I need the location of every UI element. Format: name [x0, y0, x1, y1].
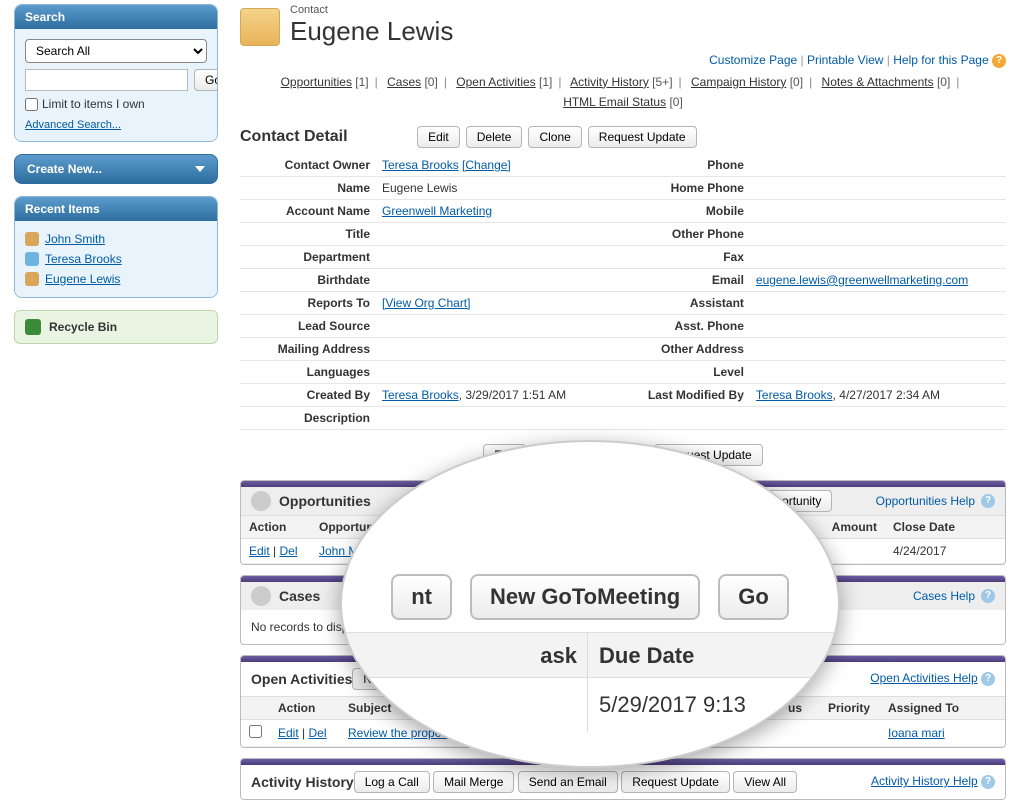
magnifier-overlay: nt New GoToMeeting Go ask Due Date 5/29/…	[340, 440, 840, 768]
related-links-nav: Opportunities [1]| Cases [0]| Open Activ…	[240, 72, 1006, 112]
recycle-bin-link[interactable]: Recycle Bin	[14, 310, 218, 344]
delete-button[interactable]: Delete	[466, 126, 523, 148]
email-link[interactable]: eugene.lewis@greenwellmarketing.com	[756, 273, 968, 287]
recycle-icon	[25, 319, 41, 335]
opp-help-link[interactable]: Opportunities Help	[876, 494, 975, 508]
mag-btn-right[interactable]: Go	[718, 574, 789, 620]
search-header: Search	[15, 5, 217, 29]
recent-item: John Smith	[25, 229, 207, 249]
contact-icon	[25, 272, 39, 286]
owner-link[interactable]: Teresa Brooks	[382, 158, 459, 172]
rel-campaign-history[interactable]: Campaign History	[691, 75, 786, 89]
help-page-link[interactable]: Help for this Page	[893, 53, 988, 67]
edit-button[interactable]: Edit	[417, 126, 460, 148]
customize-page-link[interactable]: Customize Page	[709, 53, 797, 67]
view-all-button[interactable]: View All	[733, 771, 797, 793]
page-action-links: Customize Page | Printable View | Help f…	[240, 53, 1006, 68]
search-go-button[interactable]: Go!	[194, 69, 218, 91]
openact-help-link[interactable]: Open Activities Help	[870, 671, 977, 685]
help-icon[interactable]: ?	[992, 54, 1006, 68]
edit-link[interactable]: Edit	[278, 726, 299, 740]
advanced-search-link[interactable]: Advanced Search...	[25, 119, 121, 131]
send-email-button[interactable]: Send an Email	[518, 771, 618, 793]
opportunities-icon	[251, 491, 271, 511]
help-icon[interactable]: ?	[981, 494, 995, 508]
contact-detail-header: Contact Detail	[240, 128, 348, 146]
cases-title: Cases	[279, 588, 320, 604]
search-scope-select[interactable]: Search All	[25, 39, 207, 63]
recent-items-header: Recent Items	[15, 197, 217, 221]
limit-label: Limit to items I own	[42, 97, 145, 111]
limit-checkbox[interactable]	[25, 98, 38, 111]
printable-view-link[interactable]: Printable View	[807, 53, 884, 67]
openact-title: Open Activities	[251, 671, 352, 687]
change-owner-link[interactable]: [Change]	[462, 158, 511, 172]
new-gotomeeting-button[interactable]: New GoToMeeting	[470, 574, 700, 620]
rel-activity-history[interactable]: Activity History	[570, 75, 649, 89]
rel-opportunities[interactable]: Opportunities	[281, 75, 352, 89]
help-icon[interactable]: ?	[981, 672, 995, 686]
edit-link[interactable]: Edit	[249, 544, 270, 558]
assigned-link[interactable]: Ioana mari	[888, 726, 945, 740]
log-call-button[interactable]: Log a Call	[354, 771, 430, 793]
record-type-label: Contact	[290, 4, 453, 16]
cases-icon	[251, 586, 271, 606]
create-new-button[interactable]: Create New...	[14, 154, 218, 184]
request-update-button[interactable]: Request Update	[588, 126, 697, 148]
acthist-help-link[interactable]: Activity History Help	[871, 774, 978, 788]
request-update-button-3[interactable]: Request Update	[621, 771, 730, 793]
mag-col-due: Due Date	[587, 633, 838, 677]
chevron-down-icon	[195, 166, 205, 172]
search-input[interactable]	[25, 69, 188, 91]
rel-notes[interactable]: Notes & Attachments	[822, 75, 934, 89]
mag-btn-left[interactable]: nt	[391, 574, 452, 620]
contact-icon	[25, 232, 39, 246]
recent-item: Eugene Lewis	[25, 269, 207, 289]
user-icon	[25, 252, 39, 266]
page-title: Eugene Lewis	[290, 16, 453, 47]
created-by-link[interactable]: Teresa Brooks	[382, 388, 459, 402]
cases-help-link[interactable]: Cases Help	[913, 589, 975, 603]
mail-merge-button[interactable]: Mail Merge	[433, 771, 514, 793]
rel-cases[interactable]: Cases	[387, 75, 421, 89]
contact-detail-table: Contact OwnerTeresa Brooks [Change]Phone…	[240, 154, 1006, 430]
account-link[interactable]: Greenwell Marketing	[382, 204, 492, 218]
recent-item-link[interactable]: Teresa Brooks	[45, 252, 122, 266]
row-checkbox[interactable]	[249, 725, 262, 738]
view-org-chart-link[interactable]: [View Org Chart]	[382, 296, 470, 310]
recent-items-panel: Recent Items John Smith Teresa Brooks Eu…	[14, 196, 218, 298]
modified-by-link[interactable]: Teresa Brooks	[756, 388, 833, 402]
del-link[interactable]: Del	[308, 726, 326, 740]
recent-item-link[interactable]: Eugene Lewis	[45, 272, 120, 286]
search-panel: Search Search All Go! Limit to items I o…	[14, 4, 218, 142]
clone-button[interactable]: Clone	[528, 126, 581, 148]
mag-date-value: 5/29/2017 9:13	[587, 678, 838, 718]
help-icon[interactable]: ?	[981, 775, 995, 789]
recent-item: Teresa Brooks	[25, 249, 207, 269]
del-link[interactable]: Del	[279, 544, 297, 558]
help-icon[interactable]: ?	[981, 589, 995, 603]
acthist-title: Activity History	[251, 774, 354, 790]
rel-open-activities[interactable]: Open Activities	[456, 75, 535, 89]
recent-item-link[interactable]: John Smith	[45, 232, 105, 246]
contact-record-icon	[240, 8, 280, 46]
rel-html-email[interactable]: HTML Email Status	[563, 95, 666, 109]
mag-col-task: ask	[342, 633, 587, 677]
